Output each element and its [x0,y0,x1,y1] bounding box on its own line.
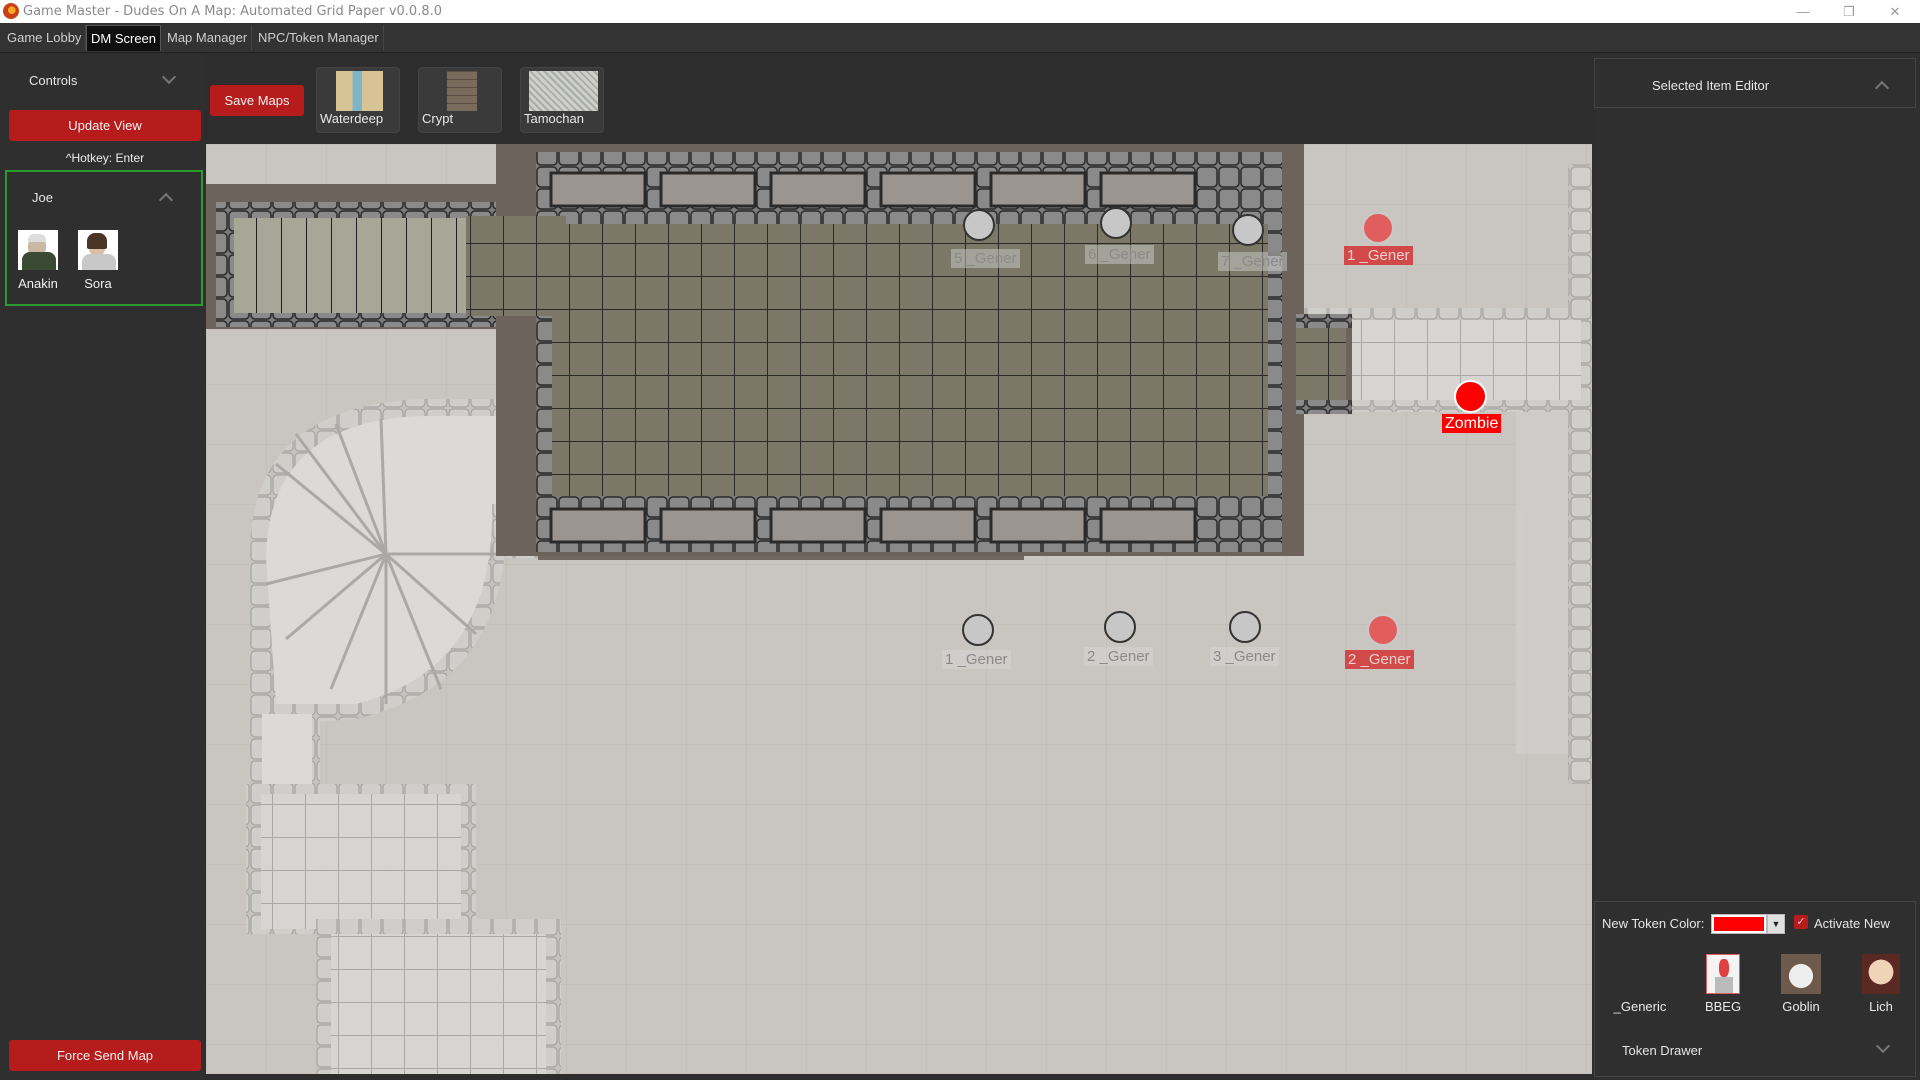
activate-new-label: Activate New [1814,916,1890,931]
map-canvas[interactable]: 5 _Gener 6 _Gener 7 _Gener 1 _Gener 1 _G… [206,144,1592,1074]
save-maps-button[interactable]: Save Maps [210,85,304,116]
portrait-icon [1781,954,1821,994]
player-token-label: Sora [84,276,112,291]
new-token-color-picker[interactable] [1711,914,1767,934]
character-portrait-icon [78,230,118,270]
selected-item-editor-label: Selected Item Editor [1652,78,1770,93]
portrait-icon [1706,954,1740,994]
chevron-down-icon[interactable] [161,69,177,85]
drawer-token-label: BBEG [1704,999,1742,1014]
token-drawer: New Token Color: ▼ ✓ Activate New _Gener… [1594,901,1916,1077]
hotkey-hint: ^Hotkey: Enter [65,151,145,165]
player-token-label: Anakin [18,276,58,291]
token-circle[interactable] [1367,614,1399,646]
token-circle[interactable] [1454,380,1487,413]
drawer-token-lich[interactable]: Lich [1851,954,1911,1014]
token-label: 2 _Gener [1345,650,1414,669]
player-name[interactable]: Joe [32,190,53,205]
map-tile-label: Tamochan [524,111,584,126]
portrait-icon [1862,954,1900,994]
player-token[interactable]: Sora [78,230,118,291]
window-title: Game Master - Dudes On A Map: Automated … [23,4,442,19]
token-label: 1 _Gener [1344,246,1413,265]
color-swatch [1714,917,1764,931]
tab-map-manager[interactable]: Map Manager [163,25,253,51]
token-circle[interactable] [1229,611,1261,643]
activate-new-checkbox[interactable]: ✓ [1794,915,1808,929]
tab-bar: Game Lobby DM Screen Map Manager NPC/Tok… [0,23,1920,53]
left-panel: Controls Update View ^Hotkey: Enter Joe … [0,55,205,1080]
chevron-down-icon[interactable] [1875,1038,1891,1054]
token-circle[interactable] [1232,214,1264,246]
selected-item-editor-header[interactable]: Selected Item Editor [1594,58,1916,108]
tab-dm-screen[interactable]: DM Screen [86,25,162,51]
drawer-token-label: Lich [1869,999,1893,1014]
player-token[interactable]: Anakin [18,230,58,291]
minimize-button[interactable]: — [1780,0,1826,23]
token-circle[interactable] [1362,212,1394,244]
title-bar: Game Master - Dudes On A Map: Automated … [0,0,1920,23]
token-label: 7 _Gener [1218,252,1287,271]
map-tile-tamochan[interactable]: Tamochan [520,67,604,133]
drawer-token-goblin[interactable]: Goblin [1771,954,1831,1014]
restore-button[interactable]: ❐ [1826,0,1872,23]
token-circle[interactable] [1100,207,1132,239]
map-tile-label: Waterdeep [320,111,384,126]
map-thumbnail-icon [529,71,598,111]
new-token-color-label: New Token Color: [1602,916,1705,931]
chevron-down-icon[interactable]: ▼ [1767,914,1785,934]
tab-game-lobby[interactable]: Game Lobby [3,25,87,51]
drawer-token-generic[interactable]: _Generic [1605,952,1675,1014]
map-tile-label: Crypt [422,111,454,126]
chevron-up-icon[interactable] [1874,80,1890,96]
token-circle[interactable] [963,209,995,241]
token-label: 3 _Gener [1210,647,1279,666]
token-label: Zombie [1442,414,1502,433]
dungeon-map [206,144,1592,1074]
token-label: 5 _Gener [951,249,1020,268]
app-icon [3,3,19,19]
drawer-token-bbeg[interactable]: BBEG [1693,954,1753,1014]
map-thumbnail-icon [336,71,383,111]
token-circle[interactable] [962,614,994,646]
update-view-button[interactable]: Update View [9,110,201,141]
map-tile-crypt[interactable]: Crypt [418,67,502,133]
token-drawer-label[interactable]: Token Drawer [1622,1043,1702,1058]
token-circle[interactable] [1104,611,1136,643]
right-panel: Selected Item Editor New Token Color: ▼ … [1594,55,1920,1080]
map-tile-waterdeep[interactable]: Waterdeep [316,67,400,133]
map-thumbnail-icon [447,71,477,111]
token-label: 6 _Gener [1085,245,1154,264]
drawer-token-label: _Generic [1613,999,1667,1014]
controls-header[interactable]: Controls [29,73,77,88]
drawer-token-label: Goblin [1782,999,1820,1014]
tab-npc-token-manager[interactable]: NPC/Token Manager [254,25,384,51]
force-send-map-button[interactable]: Force Send Map [9,1040,201,1071]
character-portrait-icon [18,230,58,270]
close-button[interactable]: ✕ [1872,0,1918,23]
token-label: 2 _Gener [1084,647,1153,666]
token-label: 1 _Gener [942,650,1011,669]
